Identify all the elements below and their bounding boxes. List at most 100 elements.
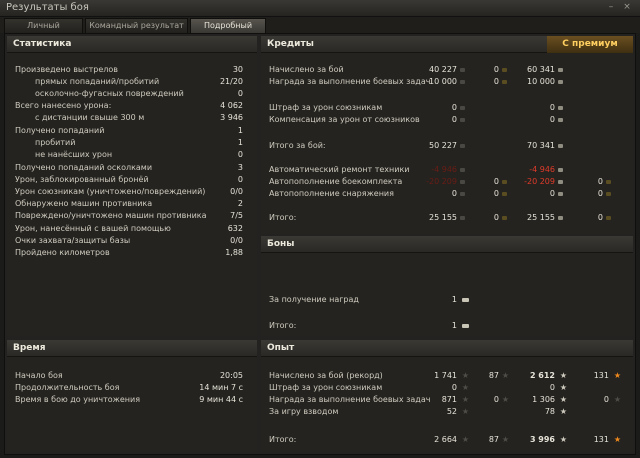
stats-label: пробитий: [35, 138, 76, 147]
credits-base: 40 227: [429, 65, 457, 74]
free-exp-icon: ★: [613, 371, 621, 380]
credit-icon: [558, 144, 563, 148]
stats-value: 3 946: [220, 113, 243, 122]
credits-row: Итого: 25 155 0 25 155 0: [261, 212, 633, 223]
time-value: 20:05: [219, 371, 243, 380]
credits-base: 50 227: [429, 141, 457, 150]
exp-base: 52: [446, 407, 457, 416]
tab-team[interactable]: Командный результат: [85, 18, 188, 33]
stats-value: 3: [237, 163, 243, 172]
gold-icon: [606, 216, 611, 220]
credits-row: Награда за выполнение боевых задач 10 000…: [261, 76, 633, 87]
exp-prem-free: 0: [603, 395, 609, 404]
credits-base: 0: [451, 115, 457, 124]
exp-base: 871: [441, 395, 457, 404]
credits-base: 25 155: [429, 213, 457, 222]
exp-label: Штраф за урон союзникам: [269, 383, 383, 392]
credits-row: Компенсация за урон от союзников 0 0: [261, 114, 633, 125]
exp-premium: 3 996: [529, 435, 555, 444]
bond-icon: [462, 324, 469, 328]
window-title: Результаты боя: [6, 2, 89, 13]
exp-premium: 0: [549, 383, 555, 392]
time-title: Время: [7, 340, 257, 357]
time-label: Время в бою до уничтожения: [15, 395, 141, 404]
credits-premium: 70 341: [527, 141, 555, 150]
stats-value: 1: [237, 138, 243, 147]
bonds-value: 1: [451, 295, 457, 304]
star-icon: ★: [461, 371, 469, 380]
credits-premium: 0: [549, 189, 555, 198]
minimize-icon[interactable]: –: [606, 2, 616, 12]
exp-base: 1 741: [434, 371, 457, 380]
stats-label: Обнаружено машин противника: [15, 199, 153, 208]
close-icon[interactable]: ×: [622, 2, 632, 12]
bond-icon: [462, 298, 469, 302]
stats-label: Урон союзникам (уничтожено/повреждений): [15, 187, 206, 196]
stats-label: Произведено выстрелов: [15, 65, 119, 74]
credits-premium: -20 209: [524, 177, 555, 186]
exp-title: Опыт: [261, 340, 633, 357]
credits-premium: 0: [549, 115, 555, 124]
stats-row: пробитий 1: [7, 137, 257, 148]
credit-icon: [460, 118, 465, 122]
credits-row: Штраф за урон союзникам 0 0: [261, 102, 633, 113]
credits-label: Автопополнение боекомплекта: [269, 177, 403, 186]
exp-premium: 2 612: [529, 371, 555, 380]
exp-row: Начислено за бой (рекорд) 1 741 ★ 87 ★ 2 612 ★…: [261, 370, 633, 381]
stats-label: Повреждено/уничтожено машин противника: [15, 211, 207, 220]
star-icon: ★: [461, 383, 469, 392]
stats-row: Получено попаданий осколками 3: [7, 162, 257, 173]
credits-prem-gold: 0: [597, 189, 603, 198]
credits-base: -20 209: [426, 177, 457, 186]
premium-header: С премиум: [547, 36, 633, 53]
stats-row: Урон, заблокированный бронёй 0: [7, 174, 257, 185]
exp-panel: Опыт Начислено за бой (рекорд) 1 741 ★ 87 ★ 2…: [261, 340, 633, 452]
credit-icon: [558, 216, 563, 220]
stats-row: Повреждено/уничтожено машин противника 7/…: [7, 210, 257, 221]
credit-icon: [558, 118, 563, 122]
star-icon: ★: [559, 435, 567, 444]
free-exp-icon: ★: [613, 395, 621, 404]
credit-icon: [460, 144, 465, 148]
credits-row: Итого за бой: 50 227 70 341: [261, 140, 633, 151]
credit-icon: [558, 192, 563, 196]
gold-icon: [606, 192, 611, 196]
tab-detailed[interactable]: Подробный отчёт: [190, 18, 266, 44]
star-icon: ★: [461, 395, 469, 404]
exp-label: Итого:: [269, 435, 297, 444]
exp-row: Итого: 2 664 ★ 87 ★ 3 996 ★ 131 ★: [261, 434, 633, 445]
credit-icon: [460, 106, 465, 110]
credits-premium: 0: [549, 103, 555, 112]
stats-row: прямых попаданий/пробитий 21/20: [7, 76, 257, 87]
exp-row: Награда за выполнение боевых задач 871 ★ 0 ★…: [261, 394, 633, 405]
stats-label: прямых попаданий/пробитий: [35, 77, 160, 86]
stats-value: 4 062: [220, 101, 243, 110]
exp-row: За игру взводом 52 ★ 78 ★: [261, 406, 633, 417]
credits-base: 0: [451, 189, 457, 198]
stats-label: Получено попаданий осколками: [15, 163, 153, 172]
exp-prem-free: 131: [593, 371, 609, 380]
bonds-label: За получение наград: [269, 295, 359, 304]
stats-label: Всего нанесено урона:: [15, 101, 112, 110]
exp-premium: 78: [544, 407, 555, 416]
credit-icon: [460, 68, 465, 72]
credits-premium: -4 946: [529, 165, 555, 174]
time-label: Начало боя: [15, 371, 63, 380]
tab-personal[interactable]: Личный результат: [4, 18, 83, 44]
stats-value: 2: [237, 199, 243, 208]
exp-base-free: 0: [493, 395, 499, 404]
credits-label: Начислено за бой: [269, 65, 344, 74]
credit-icon: [558, 68, 563, 72]
credit-icon: [558, 80, 563, 84]
credits-premium: 60 341: [527, 65, 555, 74]
stats-row: Получено попаданий 1: [7, 125, 257, 136]
credits-base: 10 000: [429, 77, 457, 86]
time-value: 9 мин 44 с: [199, 395, 243, 404]
free-exp-icon: ★: [613, 435, 621, 444]
credits-premium: 10 000: [527, 77, 555, 86]
credit-icon: [460, 216, 465, 220]
credit-icon: [460, 168, 465, 172]
exp-prem-free: 131: [593, 435, 609, 444]
stats-label: Урон, заблокированный бронёй: [15, 175, 149, 184]
exp-base-free: 87: [488, 371, 499, 380]
